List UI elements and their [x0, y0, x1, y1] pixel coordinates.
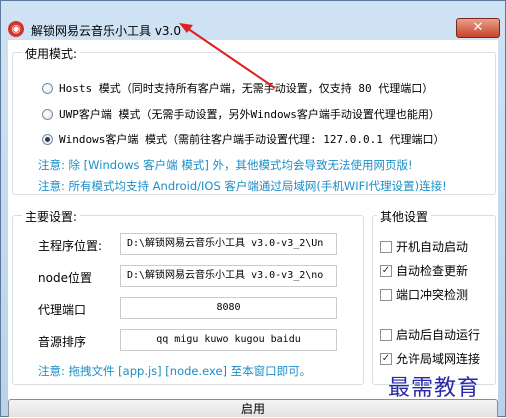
annotation-arrow-icon	[179, 23, 276, 89]
